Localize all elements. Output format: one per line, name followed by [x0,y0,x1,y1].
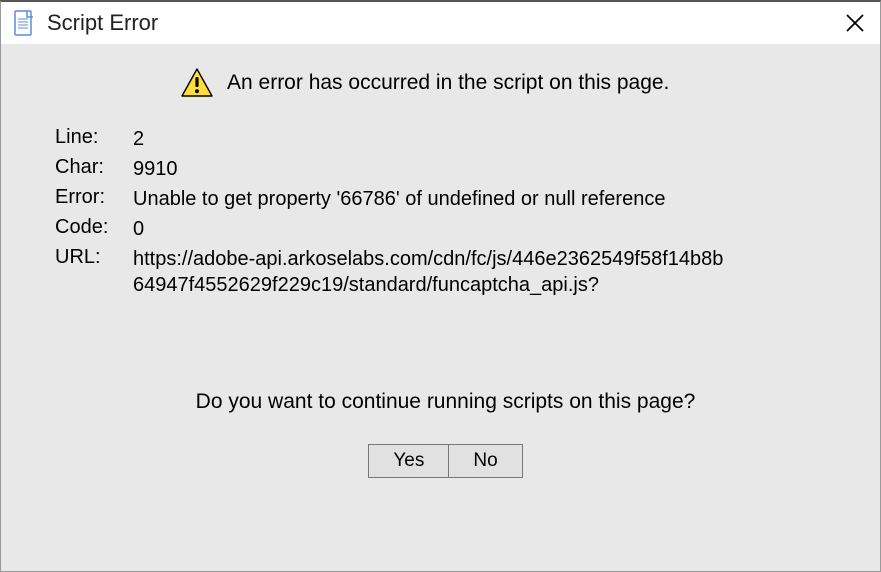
message-line: An error has occurred in the script on t… [181,68,840,98]
main-message: An error has occurred in the script on t… [227,71,669,95]
value-code: 0 [133,214,733,244]
row-code: Code: 0 [55,214,733,244]
value-error: Unable to get property '66786' of undefi… [133,184,733,214]
label-char: Char: [55,154,133,184]
row-line: Line: 2 [55,124,733,154]
window-title: Script Error [47,10,158,36]
no-label: No [473,450,497,471]
details-table: Line: 2 Char: 9910 Error: Unable to get … [55,124,733,300]
row-error: Error: Unable to get property '66786' of… [55,184,733,214]
yes-label: Yes [393,450,424,471]
label-line: Line: [55,124,133,154]
value-url: https://adobe-api.arkoselabs.com/cdn/fc/… [133,244,733,300]
value-char: 9910 [133,154,733,184]
label-url: URL: [55,244,133,300]
titlebar: Script Error [1,2,880,44]
continue-prompt: Do you want to continue running scripts … [51,390,840,414]
yes-button[interactable]: Yes [368,444,449,478]
close-button[interactable] [830,2,880,44]
no-button[interactable]: No [448,444,522,478]
document-icon [13,10,35,36]
close-icon [846,14,864,32]
row-url: URL: https://adobe-api.arkoselabs.com/cd… [55,244,733,300]
row-char: Char: 9910 [55,154,733,184]
warning-icon [181,68,213,98]
content-area: An error has occurred in the script on t… [1,44,880,478]
button-row: Yes No [51,444,840,478]
label-code: Code: [55,214,133,244]
label-error: Error: [55,184,133,214]
value-line: 2 [133,124,733,154]
